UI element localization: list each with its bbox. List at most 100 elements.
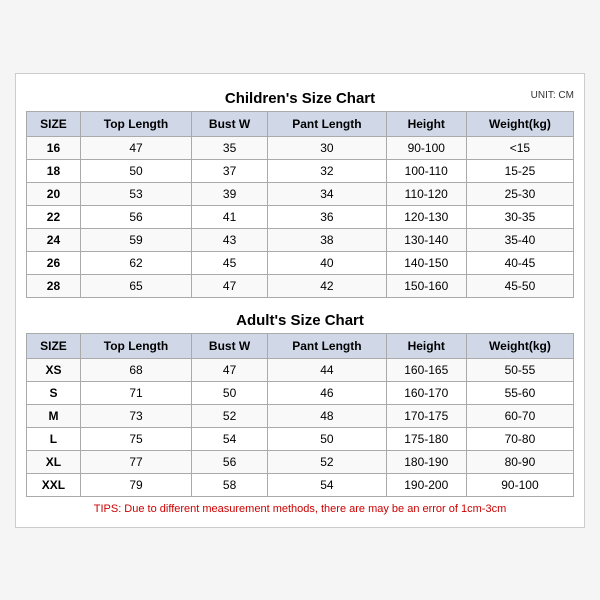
adult-col-pant-length: Pant Length (268, 333, 386, 358)
table-cell: 26 (27, 251, 81, 274)
table-cell: 47 (80, 136, 191, 159)
col-size: SIZE (27, 111, 81, 136)
table-cell: 59 (80, 228, 191, 251)
children-table: SIZE Top Length Bust W Pant Length Heigh… (26, 111, 574, 298)
table-cell: 52 (192, 404, 268, 427)
table-cell: 37 (192, 159, 268, 182)
table-row: L755450175-18070-80 (27, 427, 574, 450)
adult-col-bust-w: Bust W (192, 333, 268, 358)
adult-col-size: SIZE (27, 333, 81, 358)
adult-col-weight: Weight(kg) (466, 333, 573, 358)
table-cell: 52 (268, 450, 386, 473)
table-cell: 47 (192, 274, 268, 297)
table-cell: XXL (27, 473, 81, 496)
table-cell: 75 (80, 427, 191, 450)
adult-col-top-length: Top Length (80, 333, 191, 358)
table-cell: 39 (192, 182, 268, 205)
table-cell: 60-70 (466, 404, 573, 427)
table-cell: 70-80 (466, 427, 573, 450)
table-cell: XS (27, 358, 81, 381)
adult-table: SIZE Top Length Bust W Pant Length Heigh… (26, 333, 574, 497)
table-cell: 36 (268, 205, 386, 228)
children-title-text: Children's Size Chart (225, 90, 375, 107)
table-row: XXL795854190-20090-100 (27, 473, 574, 496)
table-cell: <15 (466, 136, 573, 159)
tips-text: TIPS: Due to different measurement metho… (26, 497, 574, 517)
table-cell: 41 (192, 205, 268, 228)
table-row: 26624540140-15040-45 (27, 251, 574, 274)
table-row: 22564136120-13030-35 (27, 205, 574, 228)
table-row: XS684744160-16550-55 (27, 358, 574, 381)
table-row: M735248170-17560-70 (27, 404, 574, 427)
table-cell: 120-130 (386, 205, 466, 228)
table-cell: 54 (192, 427, 268, 450)
children-table-header: SIZE Top Length Bust W Pant Length Heigh… (27, 111, 574, 136)
table-cell: 32 (268, 159, 386, 182)
table-cell: 18 (27, 159, 81, 182)
table-cell: 160-170 (386, 381, 466, 404)
adult-table-body: XS684744160-16550-55S715046160-17055-60M… (27, 358, 574, 496)
table-cell: 24 (27, 228, 81, 251)
table-cell: 30-35 (466, 205, 573, 228)
table-cell: 190-200 (386, 473, 466, 496)
table-cell: 45-50 (466, 274, 573, 297)
table-cell: M (27, 404, 81, 427)
table-cell: 40 (268, 251, 386, 274)
table-row: 24594338130-14035-40 (27, 228, 574, 251)
table-cell: 150-160 (386, 274, 466, 297)
table-cell: 180-190 (386, 450, 466, 473)
table-cell: 58 (192, 473, 268, 496)
table-cell: 56 (80, 205, 191, 228)
col-weight: Weight(kg) (466, 111, 573, 136)
table-cell: 30 (268, 136, 386, 159)
table-cell: S (27, 381, 81, 404)
table-cell: 110-120 (386, 182, 466, 205)
table-cell: 62 (80, 251, 191, 274)
table-cell: 34 (268, 182, 386, 205)
table-cell: 54 (268, 473, 386, 496)
adult-title-text: Adult's Size Chart (236, 312, 364, 329)
table-cell: 47 (192, 358, 268, 381)
table-cell: 16 (27, 136, 81, 159)
table-cell: 50 (192, 381, 268, 404)
unit-label: UNIT: CM (531, 90, 574, 101)
table-cell: 100-110 (386, 159, 466, 182)
table-row: 1647353090-100<15 (27, 136, 574, 159)
table-cell: 44 (268, 358, 386, 381)
table-cell: 65 (80, 274, 191, 297)
table-cell: 50-55 (466, 358, 573, 381)
adult-header-row: SIZE Top Length Bust W Pant Length Heigh… (27, 333, 574, 358)
table-cell: 73 (80, 404, 191, 427)
col-height: Height (386, 111, 466, 136)
table-cell: 79 (80, 473, 191, 496)
table-cell: 90-100 (466, 473, 573, 496)
table-cell: 90-100 (386, 136, 466, 159)
adult-col-height: Height (386, 333, 466, 358)
table-cell: XL (27, 450, 81, 473)
table-cell: 43 (192, 228, 268, 251)
table-cell: 140-150 (386, 251, 466, 274)
table-cell: 55-60 (466, 381, 573, 404)
table-cell: 160-165 (386, 358, 466, 381)
table-cell: 38 (268, 228, 386, 251)
children-table-body: 1647353090-100<1518503732100-11015-25205… (27, 136, 574, 297)
chart-container: Children's Size Chart UNIT: CM SIZE Top … (15, 73, 585, 528)
table-cell: 22 (27, 205, 81, 228)
table-cell: 35-40 (466, 228, 573, 251)
table-cell: 28 (27, 274, 81, 297)
table-cell: 130-140 (386, 228, 466, 251)
table-cell: 56 (192, 450, 268, 473)
table-cell: 80-90 (466, 450, 573, 473)
table-cell: 35 (192, 136, 268, 159)
table-row: 28654742150-16045-50 (27, 274, 574, 297)
table-cell: 40-45 (466, 251, 573, 274)
table-row: S715046160-17055-60 (27, 381, 574, 404)
children-title: Children's Size Chart UNIT: CM (26, 84, 574, 111)
table-cell: 50 (268, 427, 386, 450)
table-row: 20533934110-12025-30 (27, 182, 574, 205)
table-cell: 175-180 (386, 427, 466, 450)
table-cell: 20 (27, 182, 81, 205)
table-cell: 53 (80, 182, 191, 205)
table-cell: 170-175 (386, 404, 466, 427)
col-top-length: Top Length (80, 111, 191, 136)
